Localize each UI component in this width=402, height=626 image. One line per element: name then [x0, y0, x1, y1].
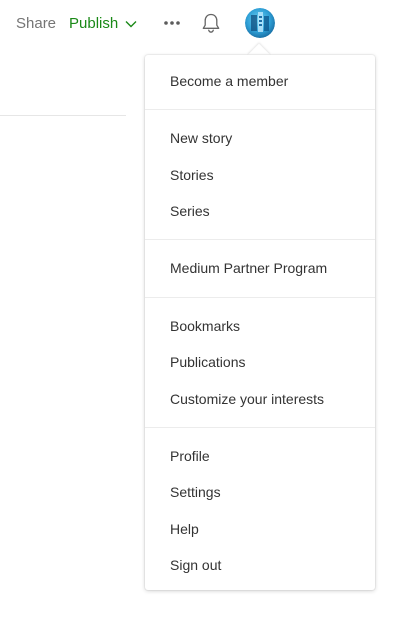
menu-item-publications[interactable]: Publications — [170, 353, 246, 371]
more-horizontal-icon[interactable] — [162, 13, 182, 33]
menu-divider — [145, 297, 375, 298]
menu-item-sign-out[interactable]: Sign out — [170, 556, 221, 574]
avatar-image — [245, 8, 275, 38]
menu-item-settings[interactable]: Settings — [170, 483, 221, 501]
menu-item-new-story[interactable]: New story — [170, 129, 232, 147]
menu-item-help[interactable]: Help — [170, 520, 199, 538]
menu-divider — [145, 427, 375, 428]
menu-item-customize-interests[interactable]: Customize your interests — [170, 390, 324, 408]
publish-label: Publish — [69, 15, 119, 32]
menu-item-become-member[interactable]: Become a member — [170, 72, 288, 90]
menu-item-bookmarks[interactable]: Bookmarks — [170, 317, 240, 335]
menu-item-stories[interactable]: Stories — [170, 166, 214, 184]
menu-divider — [145, 239, 375, 240]
bell-icon[interactable] — [200, 11, 222, 35]
avatar[interactable] — [245, 8, 275, 38]
top-bar: Share Publish — [0, 0, 402, 48]
chevron-down-icon — [125, 21, 137, 28]
account-dropdown-menu: Become a member New story Stories Series… — [145, 55, 375, 590]
menu-item-profile[interactable]: Profile — [170, 447, 210, 465]
menu-item-series[interactable]: Series — [170, 202, 210, 220]
share-button[interactable]: Share — [16, 15, 56, 33]
content-divider — [0, 115, 126, 116]
publish-button[interactable]: Publish — [69, 15, 137, 33]
menu-divider — [145, 109, 375, 110]
menu-item-partner-program[interactable]: Medium Partner Program — [170, 259, 327, 277]
